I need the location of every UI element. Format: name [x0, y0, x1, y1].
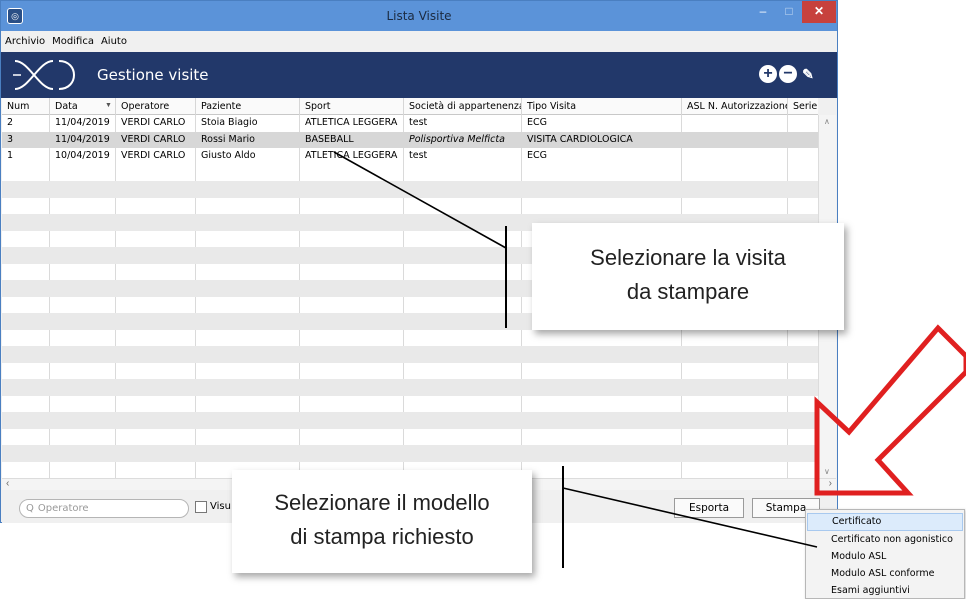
scroll-down-icon[interactable]: ∨	[824, 467, 830, 476]
cell-sport: ATLETICA LEGGERA	[305, 117, 398, 128]
section-header: Gestione visite + − ✎	[1, 52, 837, 98]
callout-line: da stampare	[626, 279, 750, 304]
table-row[interactable]: 1 10/04/2019 VERDI CARLO Giusto Aldo ATL…	[2, 148, 818, 165]
operator-search-input[interactable]: Q Operatore	[19, 499, 189, 518]
section-title: Gestione visite	[97, 66, 209, 84]
empty-row	[2, 445, 818, 462]
cell-sport: ATLETICA LEGGERA	[305, 150, 398, 161]
scroll-left-icon[interactable]: ‹	[6, 478, 9, 489]
callout-line: Selezionare la visita	[590, 245, 786, 270]
stage: ◎ Lista Visite – □ ✕ Archivio Modifica Aiu…	[0, 0, 966, 599]
print-model-menu: Certificato Certificato non agonistico M…	[805, 509, 965, 599]
menu-item-modulo-asl[interactable]: Modulo ASL	[807, 548, 963, 566]
window-title: Lista Visite	[386, 9, 452, 23]
callout-line: di stampa richiesto	[290, 524, 474, 549]
empty-row	[2, 165, 818, 182]
search-icon: Q	[26, 503, 34, 514]
cell-num: 3	[7, 133, 14, 145]
cell-paziente: Stoia Biagio	[201, 117, 258, 128]
empty-row	[2, 181, 818, 198]
search-placeholder: Operatore	[37, 503, 89, 514]
column-header-num[interactable]: Num	[2, 98, 50, 115]
visualizza-checkbox[interactable]	[195, 501, 207, 513]
empty-row	[2, 198, 818, 215]
cell-societa: Polisportiva Melficta	[409, 133, 505, 145]
sort-down-icon: ▼	[105, 102, 112, 109]
add-icon[interactable]: +	[759, 65, 777, 83]
table-header: Num Data ▼ Operatore Paziente Sport Soci…	[2, 98, 818, 115]
cell-paziente: Giusto Aldo	[201, 150, 256, 161]
scroll-right-icon[interactable]: ›	[829, 478, 832, 489]
menu-item-certificato[interactable]: Certificato	[807, 513, 963, 531]
menu-bar: Archivio Modifica Aiuto	[1, 31, 837, 52]
column-header-asl-autorizzazione[interactable]: ASL N. Autorizzazione	[682, 98, 788, 115]
empty-row	[2, 429, 818, 446]
edit-icon[interactable]: ✎	[799, 65, 817, 83]
cell-operatore: VERDI CARLO	[121, 117, 186, 128]
cell-data: 11/04/2019	[55, 133, 110, 145]
empty-row	[2, 412, 818, 429]
cell-societa: test	[409, 150, 428, 161]
empty-row	[2, 330, 818, 347]
cell-sport: BASEBALL	[305, 133, 354, 145]
callout-select-model: Selezionare il modello di stampa richies…	[232, 470, 532, 573]
logo-icon	[13, 60, 75, 90]
empty-row	[2, 363, 818, 380]
table-row[interactable]: 2 11/04/2019 VERDI CARLO Stoia Biagio AT…	[2, 115, 818, 132]
column-header-sport[interactable]: Sport	[300, 98, 404, 115]
menu-item-certificato-non-agonistico[interactable]: Certificato non agonistico	[807, 531, 963, 549]
cell-societa: test	[409, 117, 428, 128]
cell-tipo-visita: VISITA CARDIOLOGICA	[527, 133, 633, 145]
column-header-serie-cert[interactable]: Serie cert	[788, 98, 818, 115]
cell-operatore: VERDI CARLO	[121, 133, 186, 145]
cell-tipo-visita: ECG	[527, 117, 547, 128]
menu-archivio[interactable]: Archivio	[1, 31, 48, 47]
empty-row	[2, 346, 818, 363]
minimize-button[interactable]: –	[750, 1, 776, 23]
menu-modifica[interactable]: Modifica	[48, 31, 97, 47]
column-header-societa[interactable]: Società di appartenenza	[404, 98, 522, 115]
close-button[interactable]: ✕	[802, 1, 836, 23]
column-header-paziente[interactable]: Paziente	[196, 98, 300, 115]
callout-line: Selezionare il modello	[274, 490, 490, 515]
callout-select-visit: Selezionare la visita da stampare	[532, 223, 844, 330]
cell-num: 1	[7, 150, 14, 161]
empty-row	[2, 379, 818, 396]
menu-aiuto[interactable]: Aiuto	[97, 31, 130, 47]
empty-row	[2, 396, 818, 413]
menu-item-esami-aggiuntivi[interactable]: Esami aggiuntivi	[807, 582, 963, 599]
title-bar[interactable]: ◎ Lista Visite – □ ✕	[1, 1, 837, 31]
export-button[interactable]: Esporta	[674, 498, 744, 518]
cell-data: 11/04/2019	[55, 117, 110, 128]
cell-tipo-visita: ECG	[527, 150, 547, 161]
cell-num: 2	[7, 117, 14, 128]
maximize-button[interactable]: □	[776, 1, 802, 23]
menu-item-modulo-asl-conforme[interactable]: Modulo ASL conforme	[807, 565, 963, 583]
remove-icon[interactable]: −	[779, 65, 797, 83]
scroll-up-icon[interactable]: ∧	[824, 117, 830, 126]
cell-data: 10/04/2019	[55, 150, 110, 161]
cell-paziente: Rossi Mario	[201, 133, 255, 145]
column-header-tipo-visita[interactable]: Tipo Visita	[522, 98, 682, 115]
column-header-operatore[interactable]: Operatore	[116, 98, 196, 115]
table-row-selected[interactable]: 3 11/04/2019 VERDI CARLO Rossi Mario BAS…	[2, 131, 818, 148]
cell-operatore: VERDI CARLO	[121, 150, 186, 161]
red-arrow-icon	[814, 324, 966, 496]
checkbox-label: Visu	[210, 501, 231, 512]
